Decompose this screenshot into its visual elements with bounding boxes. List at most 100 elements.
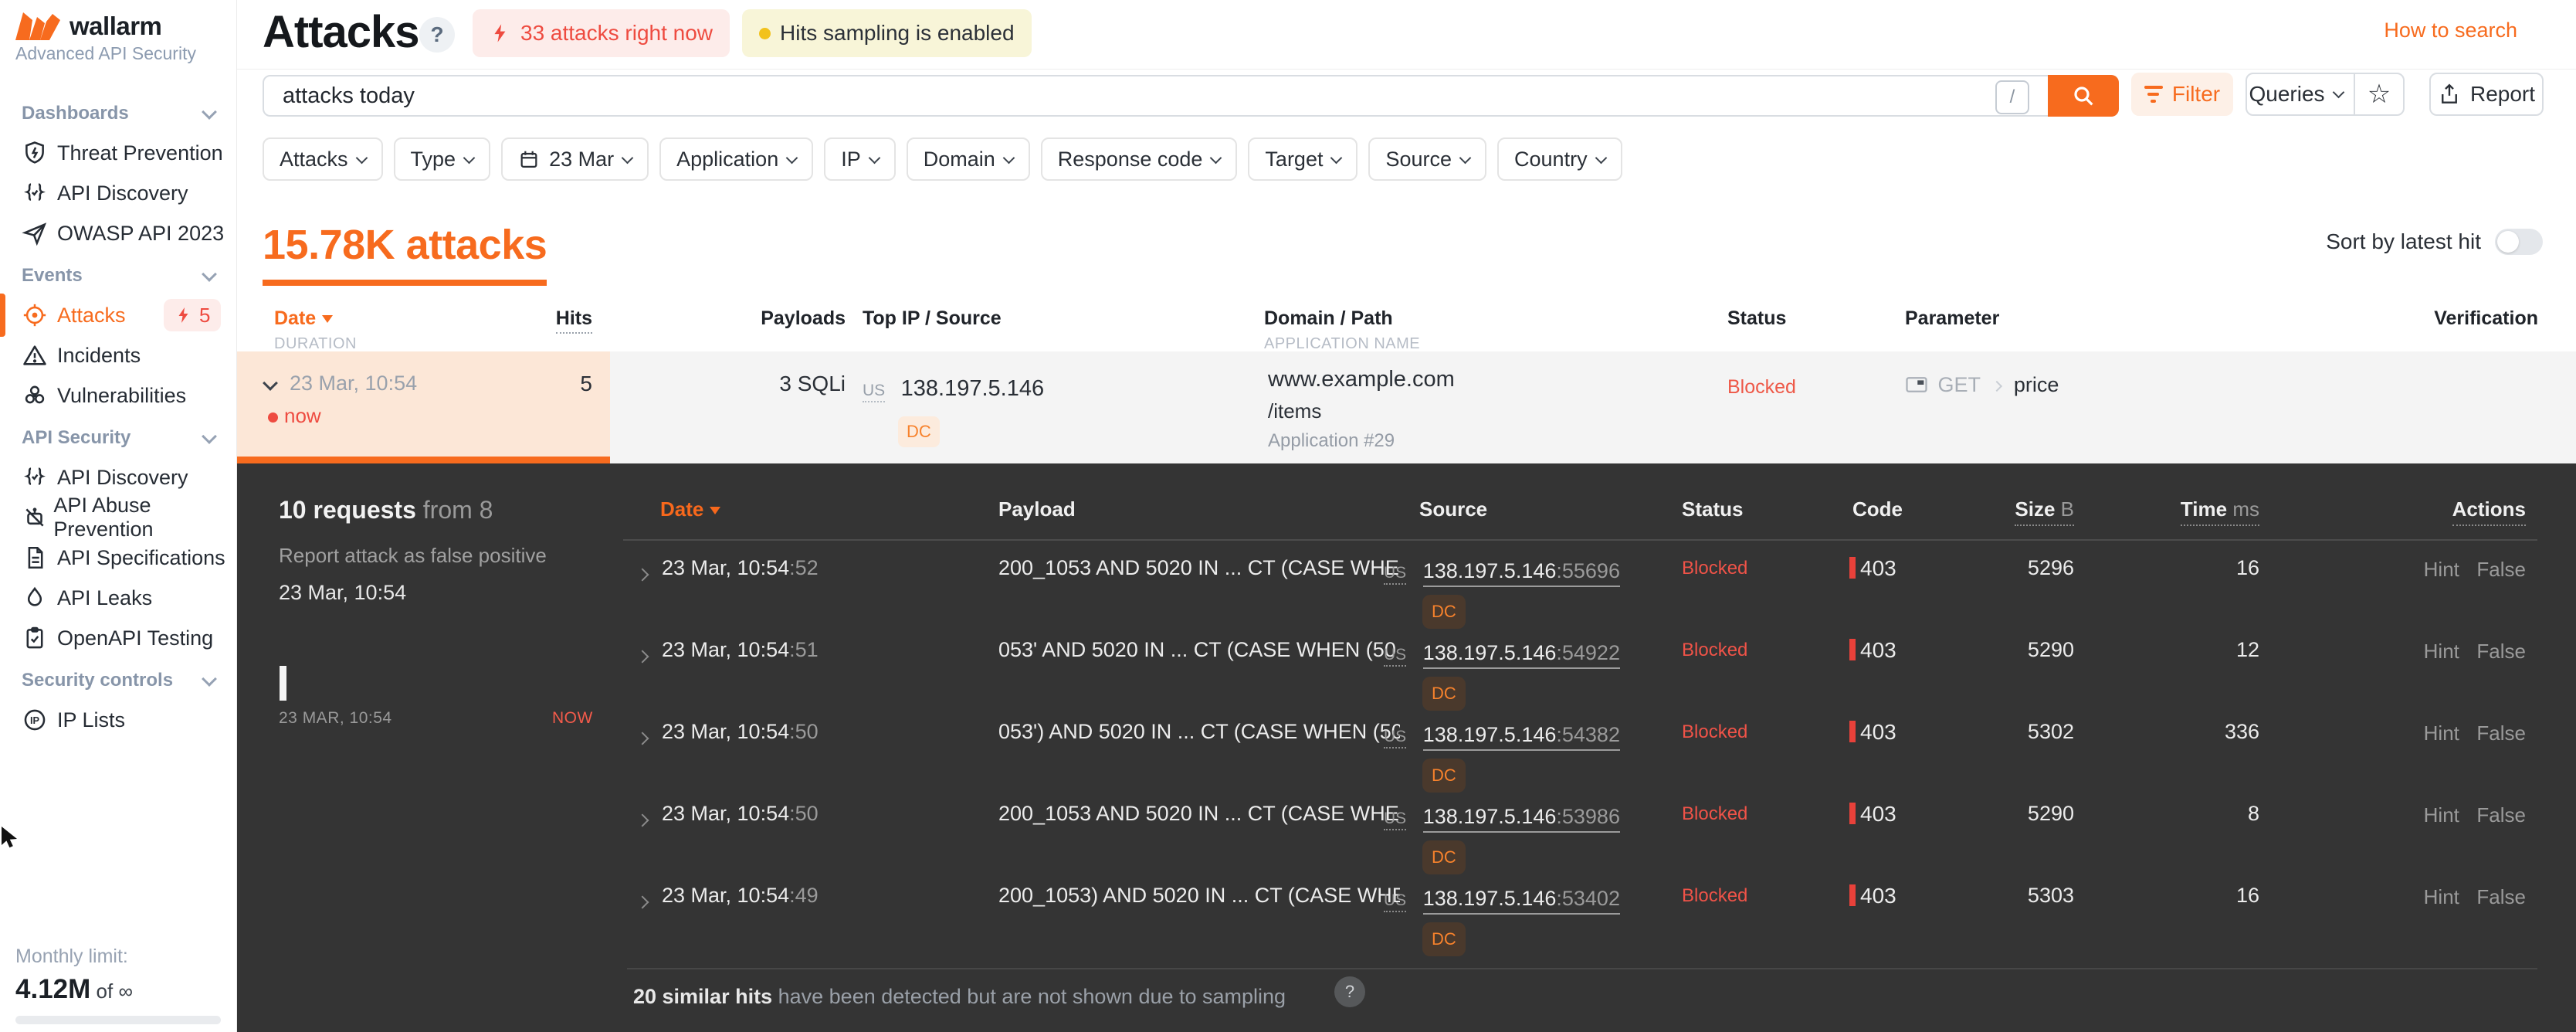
column-duration: DURATION (274, 335, 357, 352)
country-code[interactable]: US (863, 382, 886, 402)
country-code[interactable]: US (1384, 810, 1407, 830)
expand-chevron-icon[interactable] (636, 806, 649, 830)
column-code: Code (1852, 497, 1903, 521)
monthly-limit-progressbar (15, 1016, 221, 1024)
chip-attacks[interactable]: Attacks (263, 137, 383, 181)
hit-row[interactable]: 23 Mar, 10:54:50 200_1053 AND 5020 IN ..… (237, 786, 2576, 874)
false-action[interactable]: False (2476, 885, 2526, 908)
hit-row[interactable]: 23 Mar, 10:54:51 053' AND 5020 IN ... CT… (237, 623, 2576, 711)
expand-chevron-icon[interactable] (636, 725, 649, 749)
sidebar-item-openapi-testing[interactable]: OpenAPI Testing (0, 618, 236, 658)
hint-action[interactable]: Hint (2424, 721, 2459, 745)
hit-row[interactable]: 23 Mar, 10:54:49 200_1053) AND 5020 IN .… (237, 868, 2576, 956)
chip-target[interactable]: Target (1248, 137, 1358, 181)
sidebar-item-api-discovery[interactable]: API Discovery (0, 173, 236, 213)
favorite-star-button[interactable]: ☆ (2354, 74, 2403, 114)
sidebar-item-api-abuse-prevention[interactable]: API Abuse Prevention (0, 494, 236, 541)
search-button[interactable] (2048, 75, 2119, 117)
column-actions[interactable]: Actions (2452, 497, 2526, 526)
sidebar-item-api-leaks[interactable]: API Leaks (0, 578, 236, 618)
search-input[interactable] (264, 76, 2001, 115)
chip-application[interactable]: Application (659, 137, 814, 181)
hit-ip[interactable]: 138.197.5.146:54922 (1422, 641, 1620, 669)
attack-ip[interactable]: 138.197.5.146 (901, 376, 1044, 401)
attacks-now-badge[interactable]: 33 attacks right now (473, 9, 730, 57)
column-date[interactable]: Date (274, 307, 334, 330)
expand-chevron-icon[interactable] (636, 643, 649, 667)
column-status: Status (1682, 497, 1744, 521)
lightning-icon (178, 307, 188, 323)
sort-toggle[interactable] (2495, 229, 2543, 255)
false-action[interactable]: False (2476, 640, 2526, 663)
chip-country[interactable]: Country (1497, 137, 1622, 181)
report-button[interactable]: Report (2429, 73, 2544, 116)
hit-source: US 138.197.5.146:54382 (1384, 723, 1620, 751)
collapse-chevron-icon[interactable] (263, 375, 278, 392)
hit-date: 23 Mar, 10:54:51 (662, 638, 819, 661)
hit-time: 16 (2235, 556, 2259, 579)
filter-button[interactable]: Filter (2131, 73, 2233, 116)
column-hits[interactable]: Hits (484, 307, 592, 334)
infinity-symbol: ∞ (118, 979, 133, 1003)
expand-chevron-icon[interactable] (636, 561, 649, 585)
country-code[interactable]: US (1384, 728, 1407, 749)
chip-domain[interactable]: Domain (906, 137, 1030, 181)
hit-code: 403 (1849, 802, 1896, 827)
hit-source: US 138.197.5.146:55696 (1384, 559, 1620, 587)
code-severity-bar (1849, 884, 1856, 906)
sidebar-item-api-discovery-2[interactable]: API Discovery (0, 457, 236, 497)
sidebar-item-attacks[interactable]: Attacks 5 (0, 294, 236, 337)
section-events[interactable]: Events (0, 264, 236, 287)
column-size[interactable]: Size B (1935, 497, 2074, 526)
chip-source[interactable]: Source (1368, 137, 1487, 181)
country-code[interactable]: US (1384, 646, 1407, 667)
column-date[interactable]: Date (660, 497, 721, 521)
hit-ip[interactable]: 138.197.5.146:55696 (1422, 559, 1620, 587)
chip-type[interactable]: Type (393, 137, 491, 181)
hit-ip[interactable]: 138.197.5.146:53402 (1422, 887, 1620, 915)
wallarm-logo-icon (15, 11, 60, 42)
hit-ip[interactable]: 138.197.5.146:54382 (1422, 723, 1620, 751)
sidebar-item-vulnerabilities[interactable]: Vulnerabilities (0, 375, 236, 416)
attack-parameter: GET price (1905, 373, 2059, 397)
chip-response-code[interactable]: Response code (1040, 137, 1238, 181)
chip-ip[interactable]: IP (824, 137, 896, 181)
sidebar-item-threat-prevention[interactable]: Threat Prevention (0, 133, 236, 173)
section-dashboards[interactable]: Dashboards (0, 102, 236, 125)
how-to-search-link[interactable]: How to search (2384, 19, 2517, 42)
false-action[interactable]: False (2476, 803, 2526, 827)
hint-action[interactable]: Hint (2424, 803, 2459, 827)
sidebar-item-api-specifications[interactable]: API Specifications (0, 538, 236, 578)
sidebar-item-ip-lists[interactable]: IP IP Lists (0, 700, 236, 740)
sidebar-item-incidents[interactable]: Incidents (0, 335, 236, 375)
sort-desc-icon (322, 315, 334, 323)
hit-time: 16 (2235, 884, 2259, 907)
country-code[interactable]: US (1384, 891, 1407, 912)
false-action[interactable]: False (2476, 721, 2526, 745)
header-divider (237, 69, 2576, 70)
section-api-security[interactable]: API Security (0, 426, 236, 450)
chip-date[interactable]: 23 Mar (501, 137, 649, 181)
sidebar-item-owasp-api-2023[interactable]: OWASP API 2023 (0, 213, 236, 253)
calendar-icon (520, 151, 537, 168)
hit-row[interactable]: 23 Mar, 10:54:52 200_1053 AND 5020 IN ..… (237, 541, 2576, 629)
section-security-controls[interactable]: Security controls (0, 669, 236, 692)
footer-help-icon[interactable]: ? (1334, 976, 1365, 1007)
hint-action[interactable]: Hint (2424, 885, 2459, 908)
hint-action[interactable]: Hint (2424, 640, 2459, 663)
queries-button[interactable]: Queries (2247, 74, 2344, 114)
country-code[interactable]: US (1384, 564, 1407, 585)
active-indicator (0, 294, 5, 337)
parameter-name: price (2013, 373, 2059, 396)
hit-row[interactable]: 23 Mar, 10:54:50 053') AND 5020 IN ... C… (237, 704, 2576, 793)
false-action[interactable]: False (2476, 558, 2526, 581)
chevron-down-icon (202, 671, 217, 687)
column-time[interactable]: Time ms (2120, 497, 2259, 526)
attack-row-expanded[interactable]: 23 Mar, 10:54 now 5 3 SQLi US 138.197.5.… (237, 351, 2576, 463)
code-severity-bar (1849, 721, 1856, 742)
hint-action[interactable]: Hint (2424, 558, 2459, 581)
help-icon[interactable]: ? (419, 17, 455, 53)
expand-chevron-icon[interactable] (636, 888, 649, 912)
chevron-down-icon (202, 104, 217, 120)
hit-ip[interactable]: 138.197.5.146:53986 (1422, 805, 1620, 833)
